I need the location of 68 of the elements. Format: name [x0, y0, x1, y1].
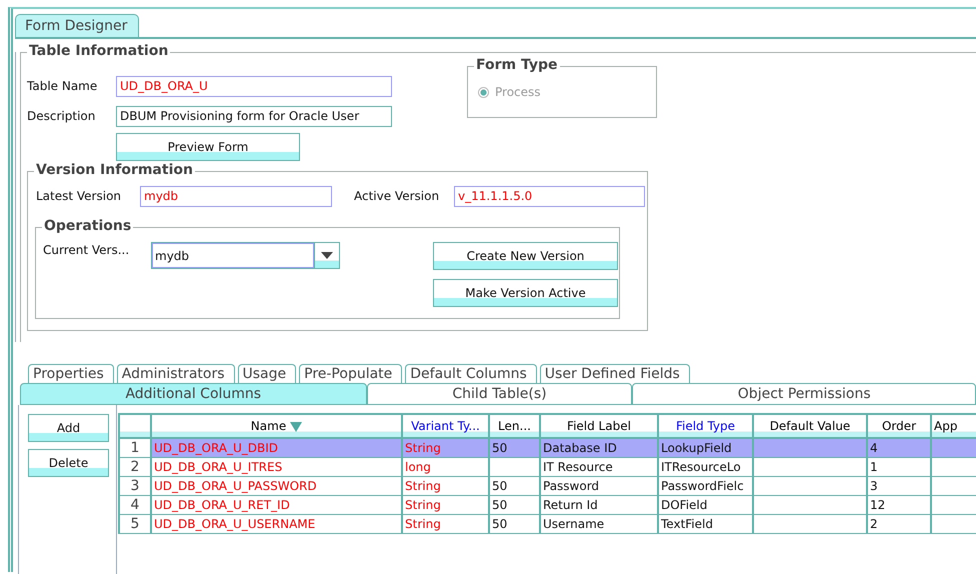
field-label: Description	[27, 109, 96, 123]
table-cell: 1	[867, 458, 931, 476]
row-number: 2	[119, 458, 151, 476]
tab[interactable]: Object Permissions	[632, 383, 976, 405]
column-header[interactable]: Field Label	[540, 414, 658, 438]
table-cell: UD_DB_ORA_U_DBID	[151, 438, 402, 458]
row-number: 3	[119, 476, 151, 496]
caret-icon	[321, 252, 333, 259]
button[interactable]: Delete	[28, 449, 109, 477]
column-header[interactable]: Len...	[489, 414, 540, 438]
button[interactable]: Make Version Active	[433, 279, 618, 307]
table-cell: 12	[867, 496, 931, 514]
table-cell: UD_DB_ORA_U_USERNAME	[151, 514, 402, 534]
table-cell: UD_DB_ORA_U_RET_ID	[151, 496, 402, 514]
version-dropdown[interactable]: mydb	[151, 242, 340, 269]
button[interactable]: Create New Version	[433, 242, 618, 270]
group-title: Operations	[42, 218, 134, 234]
input-field[interactable]: UD_DB_ORA_U	[116, 76, 392, 96]
table-cell: String	[402, 514, 489, 534]
table-cell: LookupField	[658, 438, 753, 458]
tab[interactable]: User Defined Fields	[540, 364, 690, 383]
tab[interactable]: Form Designer	[15, 14, 139, 37]
table-cell: 50	[489, 496, 540, 514]
tab[interactable]: Additional Columns	[20, 383, 367, 405]
table-cell: 50	[489, 438, 540, 458]
preview-form-button[interactable]: Preview Form	[116, 132, 300, 160]
table-cell: Return Id	[540, 496, 658, 514]
row-number: 4	[119, 496, 151, 514]
table-cell: 2	[867, 514, 931, 534]
column-header[interactable]: Default Value	[753, 414, 867, 438]
column-header[interactable]: Variant Ty...	[402, 414, 489, 438]
table-cell: ITResourceLo	[658, 458, 753, 476]
tab[interactable]: Default Columns	[405, 364, 537, 383]
field-label: Table Name	[27, 79, 98, 93]
table-cell: long	[402, 458, 489, 476]
row-number: 5	[119, 514, 151, 534]
table-cell: UD_DB_ORA_U_ITRES	[151, 458, 402, 476]
table-cell: String	[402, 476, 489, 496]
table-cell: Password	[540, 476, 658, 496]
row-number: 1	[119, 438, 151, 458]
column-header[interactable]: Name	[151, 414, 402, 438]
column-header[interactable]: App	[931, 414, 976, 438]
input-field[interactable]: v_11.1.1.5.0	[454, 186, 645, 206]
field-label: Current Vers...	[43, 243, 130, 257]
tab[interactable]: Child Table(s)	[366, 383, 632, 405]
field-label: Latest Version	[36, 189, 122, 203]
group-title: Form Type	[474, 57, 560, 73]
column-header[interactable]: Field Type	[658, 414, 753, 438]
table-cell: TextField	[658, 514, 753, 534]
radio-label: Process	[495, 85, 541, 99]
column-header[interactable]: Order	[867, 414, 931, 438]
table-cell: String	[402, 438, 489, 458]
input-field[interactable]: DBUM Provisioning form for Oracle User	[116, 106, 392, 126]
input-field[interactable]: mydb	[140, 186, 332, 206]
table-cell: 50	[489, 514, 540, 534]
button[interactable]: Add	[28, 414, 109, 442]
table-cell: PasswordFielc	[658, 476, 753, 496]
field-label: Active Version	[354, 189, 440, 203]
table-cell: Username	[540, 514, 658, 534]
table-cell: IT Resource	[540, 458, 658, 476]
table-cell: Database ID	[540, 438, 658, 458]
header-cell	[119, 414, 151, 438]
table-cell: 50	[489, 476, 540, 496]
table-cell: 3	[867, 476, 931, 496]
table-cell: String	[402, 496, 489, 514]
table-cell: UD_DB_ORA_U_PASSWORD	[151, 476, 402, 496]
table-cell: 4	[867, 438, 931, 458]
table-cell: DOField	[658, 496, 753, 514]
